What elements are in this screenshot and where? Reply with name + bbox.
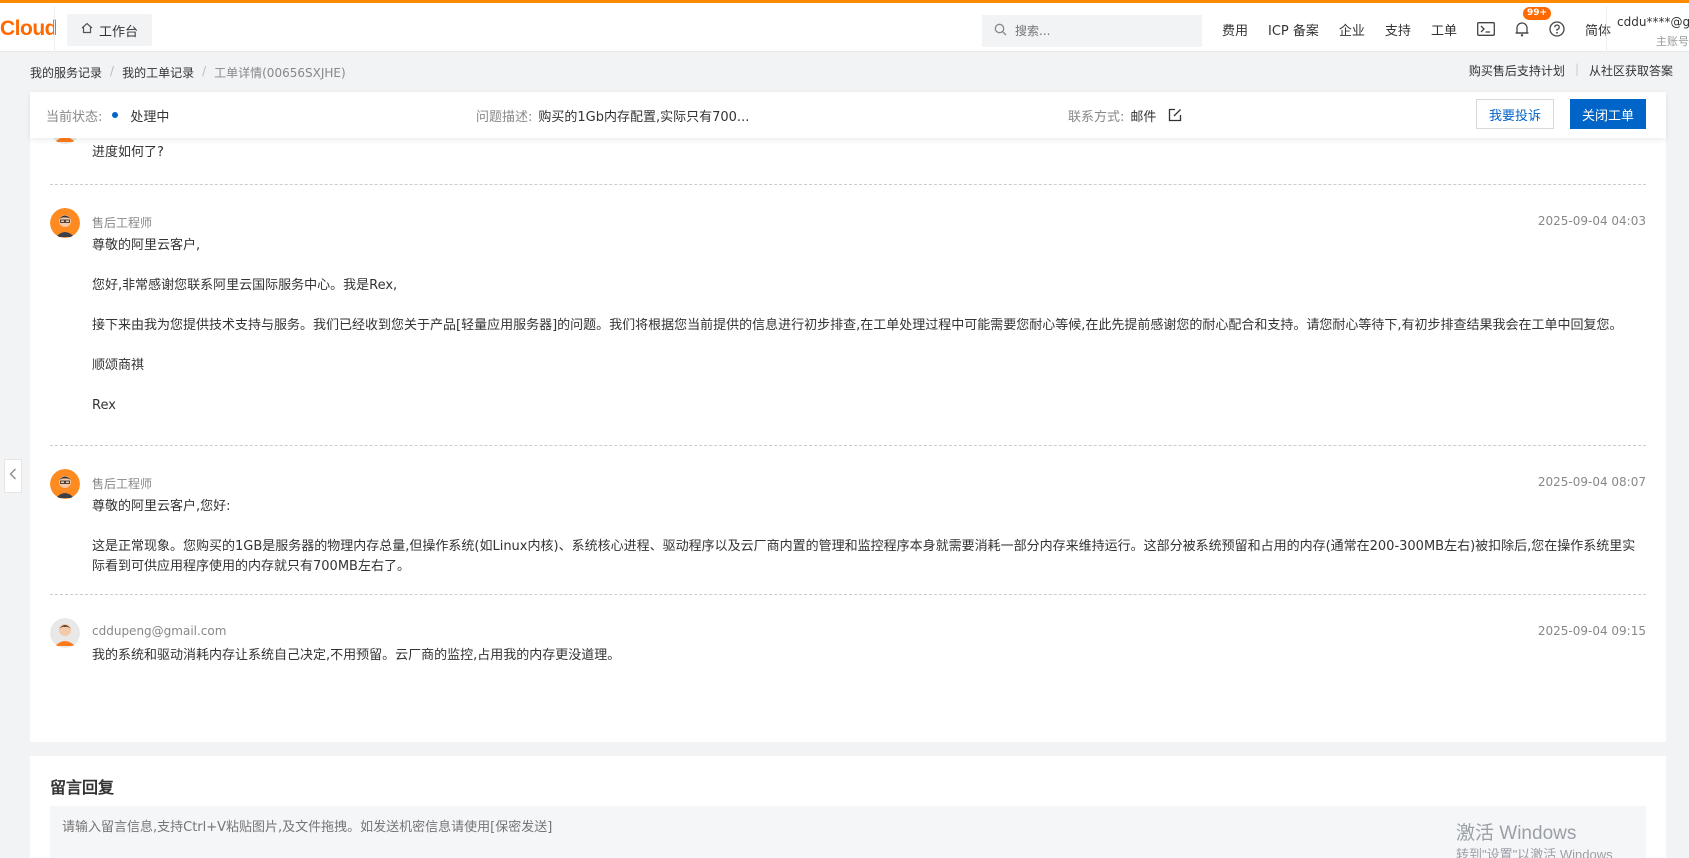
nav-support[interactable]: 支持 [1385, 20, 1411, 39]
description-value: 购买的1Gb内存配置,实际只有700... [538, 109, 750, 125]
search-input[interactable] [1015, 24, 1185, 38]
complain-button[interactable]: 我要投诉 [1476, 99, 1555, 129]
message-time: 2025-09-04 08:07 [1537, 475, 1646, 489]
engineer-avatar [50, 208, 80, 238]
contact-field: 联系方式: 邮件 [1068, 106, 1182, 125]
description-field: 问题描述: 购买的1Gb内存配置,实际只有700... [476, 106, 749, 125]
breadcrumb-current: 工单详情(00656SXJHE) [214, 66, 346, 80]
ticket-status-bar: 当前状态: 处理中 问题描述: 购买的1Gb内存配置,实际只有700... 联系… [30, 92, 1666, 138]
top-navbar: Cloud 工作台 费用 ICP 备案 企业 支持 工单 99+ 简体 cddu… [0, 0, 1689, 52]
help-links: 购买售后支持计划 | 从社区获取答案 [1469, 62, 1673, 79]
message-divider [50, 594, 1646, 595]
message-body: 尊敬的阿里云客户, 您好,非常感谢您联系阿里云国际服务中心。我是Rex, 接下来… [92, 236, 1646, 416]
account-email: cddu****@g... [1617, 15, 1689, 29]
message-text: 顺颂商祺 [92, 358, 145, 373]
language-switch[interactable]: 简体 [1585, 20, 1611, 39]
breadcrumb: 我的服务记录 / 我的工单记录 / 工单详情(00656SXJHE) [30, 64, 346, 81]
description-label: 问题描述: [476, 109, 533, 125]
home-icon [81, 22, 93, 38]
reply-section: 留言回复 [30, 756, 1666, 858]
breadcrumb-separator: / [202, 64, 207, 78]
message-sender: cddupeng@gmail.com [92, 624, 227, 638]
nav-tickets[interactable]: 工单 [1431, 20, 1457, 39]
message-thread[interactable]: 进度如何了? 售后工程师 2025-09-04 04:03 尊敬的阿里云客户, … [30, 128, 1666, 742]
message-text: 进度如何了? [92, 145, 164, 160]
buy-support-plan-link[interactable]: 购买售后支持计划 [1469, 62, 1565, 79]
message-text: 尊敬的阿里云客户,您好: [92, 499, 231, 514]
message-divider [50, 184, 1646, 185]
community-answers-link[interactable]: 从社区获取答案 [1589, 62, 1673, 79]
message-body: 我的系统和驱动消耗内存让系统自己决定,不用预留。云厂商的监控,占用我的内存更没道… [92, 646, 1646, 666]
message-sender: 售后工程师 [92, 216, 153, 230]
message-text: 这是正常现象。您购买的1GB是服务器的物理内存总量,但操作系统(如Linux内核… [92, 539, 1636, 574]
customer-avatar [50, 618, 80, 648]
close-ticket-button[interactable]: 关闭工单 [1570, 99, 1647, 129]
workbench-button[interactable]: 工作台 [67, 14, 153, 46]
notification-badge: 99+ [1522, 7, 1552, 20]
message-item: cddupeng@gmail.com 2025-09-04 09:15 我的系统… [50, 618, 1646, 688]
breadcrumb-ticket-records[interactable]: 我的工单记录 [122, 64, 194, 81]
message-time: 2025-09-04 09:15 [1537, 624, 1646, 638]
account-menu[interactable]: cddu****@g... 主账号 [1617, 15, 1689, 49]
reply-textarea[interactable] [50, 806, 1646, 858]
message-item: 售后工程师 2025-09-04 04:03 尊敬的阿里云客户, 您好,非常感谢… [50, 208, 1646, 438]
message-body: 尊敬的阿里云客户,您好: 这是正常现象。您购买的1GB是服务器的物理内存总量,但… [92, 497, 1646, 577]
chevron-left-icon [9, 468, 17, 484]
breadcrumb-service-records[interactable]: 我的服务记录 [30, 64, 102, 81]
contact-value: 邮件 [1130, 109, 1157, 125]
message-text: 您好,非常感谢您联系阿里云国际服务中心。我是Rex, [92, 278, 398, 293]
terminal-icon[interactable] [1477, 22, 1495, 36]
message-time: 2025-09-04 04:03 [1537, 214, 1646, 228]
search-icon [994, 23, 1007, 40]
message-body: 进度如何了? [92, 143, 1646, 163]
message-text: 尊敬的阿里云客户, [92, 238, 201, 253]
message-item: 售后工程师 2025-09-04 08:07 尊敬的阿里云客户,您好: 这是正常… [50, 469, 1646, 579]
reply-title: 留言回复 [50, 778, 115, 797]
message-text: Rex [92, 398, 116, 413]
nav-billing[interactable]: 费用 [1222, 20, 1248, 39]
nav-icp[interactable]: ICP 备案 [1268, 20, 1319, 39]
contact-label: 联系方式: [1068, 109, 1125, 125]
nav-divider [1606, 6, 1607, 52]
nav-enterprise[interactable]: 企业 [1339, 20, 1365, 39]
account-role: 主账号 [1656, 35, 1689, 48]
status-value: 处理中 [130, 109, 170, 125]
collapse-sidebar-button[interactable] [4, 459, 22, 493]
search-box[interactable] [982, 15, 1202, 47]
top-nav: 费用 ICP 备案 企业 支持 工单 99+ 简体 [1222, 3, 1631, 55]
workbench-label: 工作台 [99, 24, 139, 40]
notification-bell-icon[interactable]: 99+ [1515, 7, 1552, 37]
help-icon[interactable] [1549, 21, 1565, 37]
edit-icon[interactable] [1168, 108, 1182, 122]
breadcrumb-separator: / [110, 64, 115, 78]
message-sender: 售后工程师 [92, 477, 153, 491]
message-text: 我的系统和驱动消耗内存让系统自己决定,不用预留。云厂商的监控,占用我的内存更没道… [92, 648, 621, 663]
message-divider [50, 445, 1646, 446]
brand-logo[interactable]: Cloud [0, 17, 57, 43]
status-field: 当前状态: 处理中 [46, 106, 169, 125]
engineer-avatar [50, 469, 80, 499]
status-label: 当前状态: [46, 109, 103, 125]
message-text: 接下来由我为您提供技术支持与服务。我们已经收到您关于产品[轻量应用服务器]的问题… [92, 318, 1623, 333]
status-dot-icon [112, 112, 119, 118]
brand-divider [54, 6, 55, 52]
link-separator: | [1574, 62, 1579, 76]
